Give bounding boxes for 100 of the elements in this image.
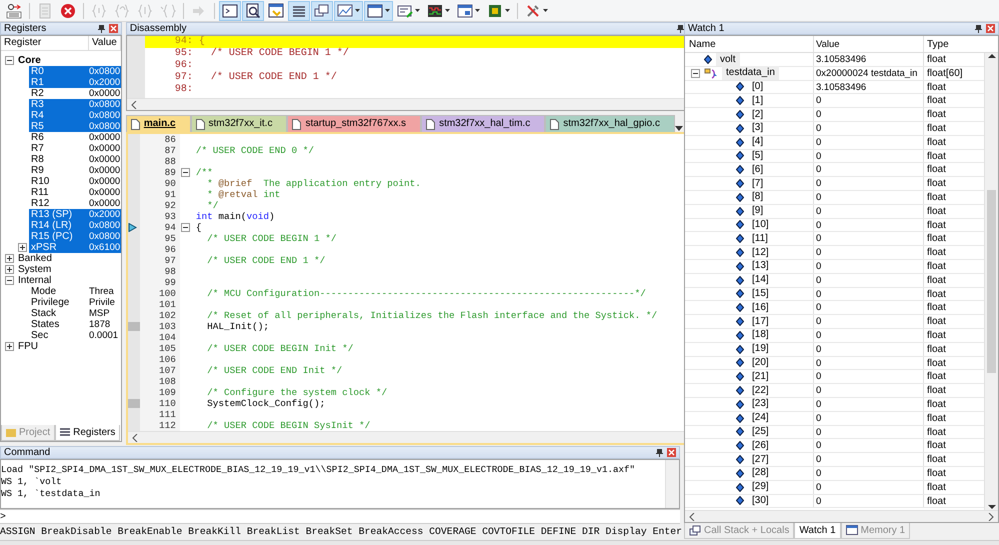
scroll-left-icon[interactable] [130,100,137,108]
window-button[interactable] [364,0,393,20]
watch-name: [4] [751,135,764,150]
line-number: 110 [140,398,180,409]
register-row[interactable]: Privilege Privile [29,297,121,308]
expand-icon[interactable] [5,342,14,351]
register-group[interactable]: Core [18,55,41,66]
line-number: 94 [140,222,180,233]
chart-window-button[interactable] [334,0,363,20]
console-button[interactable] [219,0,241,20]
register-row[interactable]: R14 (LR) 0x0800 [29,220,121,231]
command-input-field[interactable]: > [0,510,680,522]
watch-name: [23] [751,397,770,412]
file-tab[interactable]: startup_stm32f767xx.s [287,115,422,132]
collapse-icon[interactable] [5,56,14,65]
watch-name: [15] [751,287,770,301]
collapse-icon[interactable] [691,68,700,78]
register-row[interactable]: R15 (PC) 0x0800 [29,231,121,242]
register-row[interactable]: Stack MSP [29,308,121,319]
register-row[interactable]: R3 0x0800 [29,99,121,110]
watch-name: [24] [751,411,770,426]
line-number: 90 [140,178,180,189]
line-number: 97 [140,255,180,266]
register-group[interactable]: Internal [18,275,52,286]
register-row[interactable]: R2 0x0000 [29,88,121,99]
register-row[interactable]: R12 0x0000 [29,198,121,209]
expand-icon[interactable] [5,254,14,263]
watch-value: 0 [813,453,923,466]
register-group[interactable]: FPU [18,341,38,352]
watch-value: 0 [813,384,923,397]
register-row[interactable]: R8 0x0000 [29,154,121,165]
register-name: Privilege [30,297,70,308]
disassembly-line: 97: /* USER CODE END 1 */ [174,72,338,84]
code-line: * @retval int [206,189,280,200]
watch-value: 0 [813,94,923,108]
list-button[interactable] [288,0,310,20]
scroll-right-icon[interactable] [988,512,994,520]
watch-value: 0 [813,150,923,162]
register-row[interactable]: R11 0x0000 [29,187,121,198]
column-header[interactable]: Value [813,36,923,52]
window-icon [846,525,858,536]
panel-tab[interactable]: Watch 1 [794,523,841,539]
register-value: 0x0800 [89,66,120,77]
watch-name: [11] [751,232,769,246]
register-row[interactable]: R9 0x0000 [29,165,121,176]
close-icon[interactable] [108,24,118,33]
register-row[interactable]: States 1878 [29,319,121,330]
column-header[interactable]: Type [923,36,998,52]
fold-icon[interactable] [181,223,190,232]
code-line: /* USER CODE BEGIN Init */ [206,343,354,354]
register-group[interactable]: Banked [18,253,52,264]
watch-value: 0 [813,315,923,328]
watch-name: [14] [751,273,770,288]
register-row[interactable]: Mode Threa [29,286,121,297]
braces-icon [114,2,130,18]
collapse-icon[interactable] [5,276,14,285]
register-name: R7 [30,143,45,154]
register-value: 0x0000 [89,198,120,209]
scrollbar[interactable] [665,460,679,508]
register-row[interactable]: Sec 0.0001 [29,330,121,341]
watch-name: testdata_in [722,66,779,80]
stack-button[interactable] [311,0,333,20]
expand-icon[interactable] [18,243,27,252]
file-tab[interactable]: stm32f7xx_hal_tim.c [421,115,546,132]
pin-icon[interactable] [975,24,982,33]
stack-icon [689,525,701,536]
panel-tab[interactable]: Registers [55,425,120,441]
scroll-left-icon[interactable] [689,512,695,520]
magnifier-button[interactable] [242,0,264,20]
file-tab[interactable]: main.c [126,115,191,132]
close-icon[interactable] [986,24,995,33]
register-name: R1 [30,77,45,88]
register-name: R8 [30,154,45,165]
column-header[interactable]: Register [1,36,89,50]
command-output-line: WS 1, `volt [1,476,63,488]
pin-icon[interactable] [656,448,663,457]
tools-icon [525,2,541,18]
register-row[interactable]: R0 0x0800 [29,66,121,77]
register-row[interactable]: R6 0x0000 [29,132,121,143]
file-tab[interactable]: stm32f7xx_hal_gpio.c [545,115,675,132]
register-row[interactable]: R5 0x0800 [29,121,121,132]
watch-value: 0 [813,204,923,218]
fold-icon[interactable] [181,168,190,177]
expand-icon[interactable] [5,265,14,274]
scrollbar-thumb[interactable] [987,190,996,373]
file-tab[interactable]: stm32f7xx_it.c [190,115,288,132]
register-row[interactable]: R10 0x0000 [29,176,121,187]
register-row[interactable]: R7 0x0000 [29,143,121,154]
register-row[interactable]: R4 0x0800 [29,110,121,121]
pin-icon[interactable] [98,24,105,33]
register-row[interactable]: xPSR 0x6100 [29,242,121,253]
column-header[interactable]: Name [685,36,813,52]
scroll-left-icon[interactable] [132,434,138,442]
register-row[interactable]: R1 0x2000 [29,77,121,88]
reset-icon [6,2,22,18]
column-header[interactable]: Value [89,36,121,50]
close-icon[interactable] [667,448,676,457]
register-group[interactable]: System [18,264,52,275]
pin-icon[interactable] [676,24,684,33]
register-row[interactable]: R13 (SP) 0x2000 [29,209,121,220]
